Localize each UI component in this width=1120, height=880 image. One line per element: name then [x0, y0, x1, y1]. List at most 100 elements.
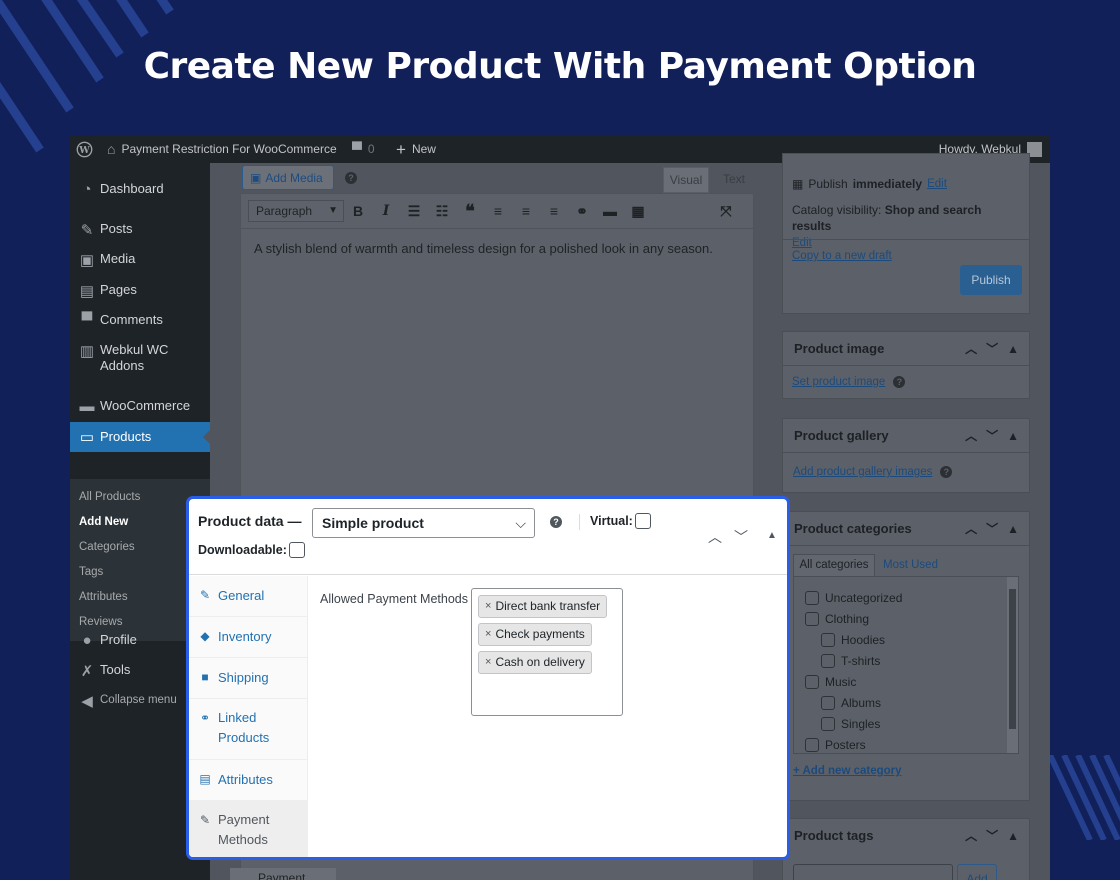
submenu-attributes[interactable]: Attributes — [79, 591, 128, 603]
help-icon[interactable]: ? — [550, 516, 562, 528]
toggle-icon[interactable]: ▲ — [767, 530, 777, 541]
checkbox[interactable] — [805, 591, 819, 605]
bold-icon[interactable]: B — [347, 200, 369, 222]
submenu-categories[interactable]: Categories — [79, 541, 135, 553]
link-icon[interactable]: ⚭ — [571, 200, 593, 222]
category-albums[interactable]: Albums — [821, 696, 881, 710]
add-media-button[interactable]: ▣ Add Media — [242, 165, 334, 190]
tab-general[interactable]: ✎ General — [189, 576, 308, 617]
move-up-icon[interactable]: ︿ — [965, 332, 977, 366]
site-name-link[interactable]: ⌂ Payment Restriction For WooCommerce — [107, 136, 337, 163]
downloadable-checkbox[interactable] — [288, 542, 305, 558]
toggle-icon[interactable]: ▲ — [1007, 419, 1019, 453]
move-up-icon[interactable]: ︿ — [965, 419, 977, 453]
add-new-category-link[interactable]: + Add new category — [793, 765, 902, 777]
tab-all-categories[interactable]: All categories — [793, 554, 875, 576]
toolbar-toggle-icon[interactable]: ▦ — [627, 200, 649, 222]
sidebar-item-posts[interactable]: ✎ Posts — [70, 221, 210, 239]
tab-attributes[interactable]: ▤ Attributes — [189, 760, 308, 801]
italic-icon[interactable]: I — [375, 200, 397, 222]
product-data-title: Product data — — [198, 513, 302, 529]
move-up-icon[interactable]: ︿ — [708, 527, 722, 547]
add-gallery-images-link[interactable]: Add product gallery images — [793, 466, 932, 478]
remove-icon[interactable]: × — [485, 596, 491, 617]
submenu-add-new[interactable]: Add New — [79, 516, 128, 528]
category-singles[interactable]: Singles — [821, 717, 880, 731]
sidebar-item-dashboard[interactable]: ◔ Dashboard — [70, 181, 210, 198]
move-down-icon[interactable]: ﹀ — [986, 332, 998, 366]
publish-edit-link[interactable]: Edit — [927, 178, 947, 190]
product-type-select[interactable]: Simple product ⌵ — [312, 508, 535, 538]
bullet-list-icon[interactable]: ☰ — [403, 200, 425, 222]
category-hoodies[interactable]: Hoodies — [821, 633, 885, 647]
set-product-image-link[interactable]: Set product image — [792, 376, 885, 388]
submenu-all-products[interactable]: All Products — [79, 491, 140, 503]
help-icon[interactable]: ? — [893, 376, 906, 388]
sidebar-item-pages[interactable]: ▤ Pages — [70, 282, 210, 300]
category-uncategorized[interactable]: Uncategorized — [805, 591, 902, 605]
remove-icon[interactable]: × — [485, 624, 491, 645]
toggle-icon[interactable]: ▲ — [1007, 332, 1019, 366]
align-center-icon[interactable]: ≡ — [515, 200, 537, 222]
sidebar-item-media[interactable]: ▣ Media — [70, 251, 210, 269]
tab-shipping[interactable]: ■ Shipping — [189, 658, 308, 699]
tag-input[interactable] — [793, 864, 953, 880]
checkbox[interactable] — [821, 633, 835, 647]
tab-text[interactable]: Text — [714, 167, 754, 193]
format-select[interactable]: Paragraph ▼ — [248, 200, 344, 222]
sidebar-item-products[interactable]: ▭ Products — [70, 422, 210, 452]
editor-body[interactable]: A stylish blend of warmth and timeless d… — [240, 229, 754, 509]
category-music[interactable]: Music — [805, 675, 856, 689]
checkbox[interactable] — [805, 738, 819, 752]
checklist-scrollbar[interactable] — [1007, 577, 1018, 753]
move-down-icon[interactable]: ﹀ — [986, 419, 998, 453]
move-down-icon[interactable]: ﹀ — [734, 527, 748, 547]
tab-payment-methods[interactable]: ✎ Payment Methods — [189, 801, 308, 857]
sidebar-item-comments[interactable]: ▀ Comments — [70, 312, 210, 329]
tab-linked-products[interactable]: ⚭ Linked Products — [189, 699, 308, 760]
checkbox[interactable] — [821, 717, 835, 731]
read-more-icon[interactable]: ▬ — [599, 200, 621, 222]
allowed-payment-methods-label: Allowed Payment Methods — [320, 592, 468, 606]
help-icon[interactable]: ? — [345, 172, 357, 184]
remove-icon[interactable]: × — [485, 652, 491, 673]
publish-button[interactable]: Publish — [960, 265, 1022, 295]
checkbox[interactable] — [805, 675, 819, 689]
virtual-option[interactable]: Virtual: — [590, 513, 651, 529]
submenu-reviews[interactable]: Reviews — [79, 616, 122, 628]
align-left-icon[interactable]: ≡ — [487, 200, 509, 222]
comments-link[interactable]: ▀ 0 — [352, 136, 375, 163]
toggle-icon[interactable]: ▲ — [1007, 819, 1019, 853]
submenu-tags[interactable]: Tags — [79, 566, 103, 578]
toggle-icon[interactable]: ▲ — [1007, 512, 1019, 546]
category-posters[interactable]: Posters — [805, 738, 866, 752]
copy-draft-link[interactable]: Copy to a new draft — [792, 250, 892, 262]
tab-most-used[interactable]: Most Used — [883, 554, 938, 576]
category-tshirts[interactable]: T-shirts — [821, 654, 880, 668]
checkbox[interactable] — [821, 696, 835, 710]
checkbox[interactable] — [805, 612, 819, 626]
tab-inventory[interactable]: ◆ Inventory — [189, 617, 308, 658]
payment-methods-multiselect[interactable]: × Direct bank transfer × Check payments × C… — [471, 588, 623, 716]
checkbox[interactable] — [821, 654, 835, 668]
tab-visual[interactable]: Visual — [663, 167, 709, 193]
add-tag-button[interactable]: Add — [957, 864, 997, 880]
downloadable-option[interactable]: Downloadable: — [198, 542, 305, 558]
category-clothing[interactable]: Clothing — [805, 612, 869, 626]
sidebar-item-webkul[interactable]: ▥ Webkul WC Addons — [70, 342, 180, 374]
sidebar-item-woocommerce[interactable]: ▬ WooCommerce — [70, 398, 210, 415]
move-down-icon[interactable]: ﹀ — [986, 819, 998, 853]
link-icon: ⚭ — [199, 711, 211, 725]
move-up-icon[interactable]: ︿ — [965, 819, 977, 853]
numbered-list-icon[interactable]: ☷ — [431, 200, 453, 222]
payment-tab-peek: Payment — [230, 868, 336, 880]
move-down-icon[interactable]: ﹀ — [986, 512, 998, 546]
blockquote-icon[interactable]: ❝ — [459, 200, 481, 222]
wordpress-logo-icon[interactable]: W — [76, 136, 93, 163]
virtual-checkbox[interactable] — [634, 513, 651, 529]
move-up-icon[interactable]: ︿ — [965, 512, 977, 546]
help-icon[interactable]: ? — [940, 466, 953, 478]
new-content-link[interactable]: + New — [396, 136, 436, 163]
fullscreen-icon[interactable]: ⤧ — [715, 200, 737, 222]
align-right-icon[interactable]: ≡ — [543, 200, 565, 222]
